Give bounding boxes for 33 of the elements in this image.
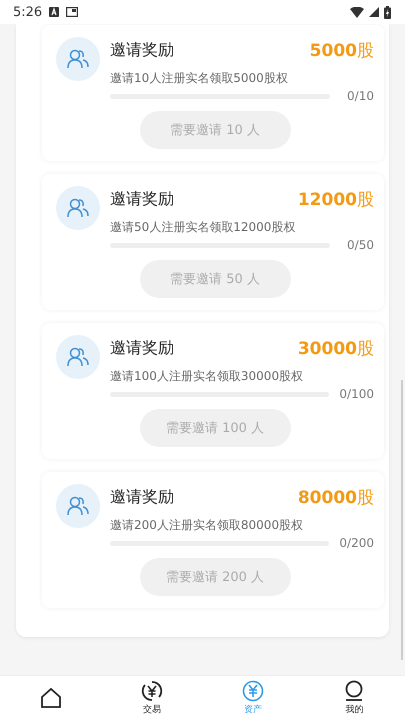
reward-amount: 30000股 (298, 338, 374, 360)
reward-title: 邀请奖励 (110, 189, 174, 210)
reward-title: 邀请奖励 (110, 40, 174, 61)
reward-amount: 5000股 (310, 40, 374, 62)
people-icon (67, 49, 89, 69)
reward-amount: 80000股 (298, 487, 374, 509)
reward-title: 邀请奖励 (110, 487, 174, 508)
reward-amount: 12000股 (298, 189, 374, 211)
nav-tab[interactable]: 我的 (304, 676, 405, 720)
home-icon (40, 687, 62, 709)
reward-description: 邀请50人注册实名领取12000股权 (110, 219, 296, 236)
people-icon (67, 347, 89, 367)
picture-in-picture-icon (66, 7, 78, 17)
wifi-icon (350, 6, 364, 18)
keyboard-icon (49, 7, 60, 17)
yen-exchange-icon (140, 680, 163, 702)
progress-count: 0/200 (339, 536, 374, 550)
people-icon (67, 198, 89, 218)
reward-description: 邀请10人注册实名领取5000股权 (110, 70, 289, 87)
progress-count: 0/100 (339, 387, 374, 401)
battery-icon (384, 6, 391, 18)
nav-tab[interactable]: 交易 (101, 676, 202, 720)
reward-title: 邀请奖励 (110, 338, 174, 359)
nav-tab[interactable]: 资产 (202, 676, 304, 720)
people-icon (67, 496, 89, 516)
person-icon (343, 680, 366, 702)
yen-icon (242, 680, 264, 702)
reward-description: 邀请100人注册实名领取30000股权 (110, 368, 304, 385)
progress-count: 0/50 (346, 238, 374, 252)
status-time: 5:26 (13, 4, 42, 20)
progress-count: 0/10 (346, 89, 374, 103)
reward-description: 邀请200人注册实名领取80000股权 (110, 517, 304, 534)
signal-icon (369, 7, 379, 17)
